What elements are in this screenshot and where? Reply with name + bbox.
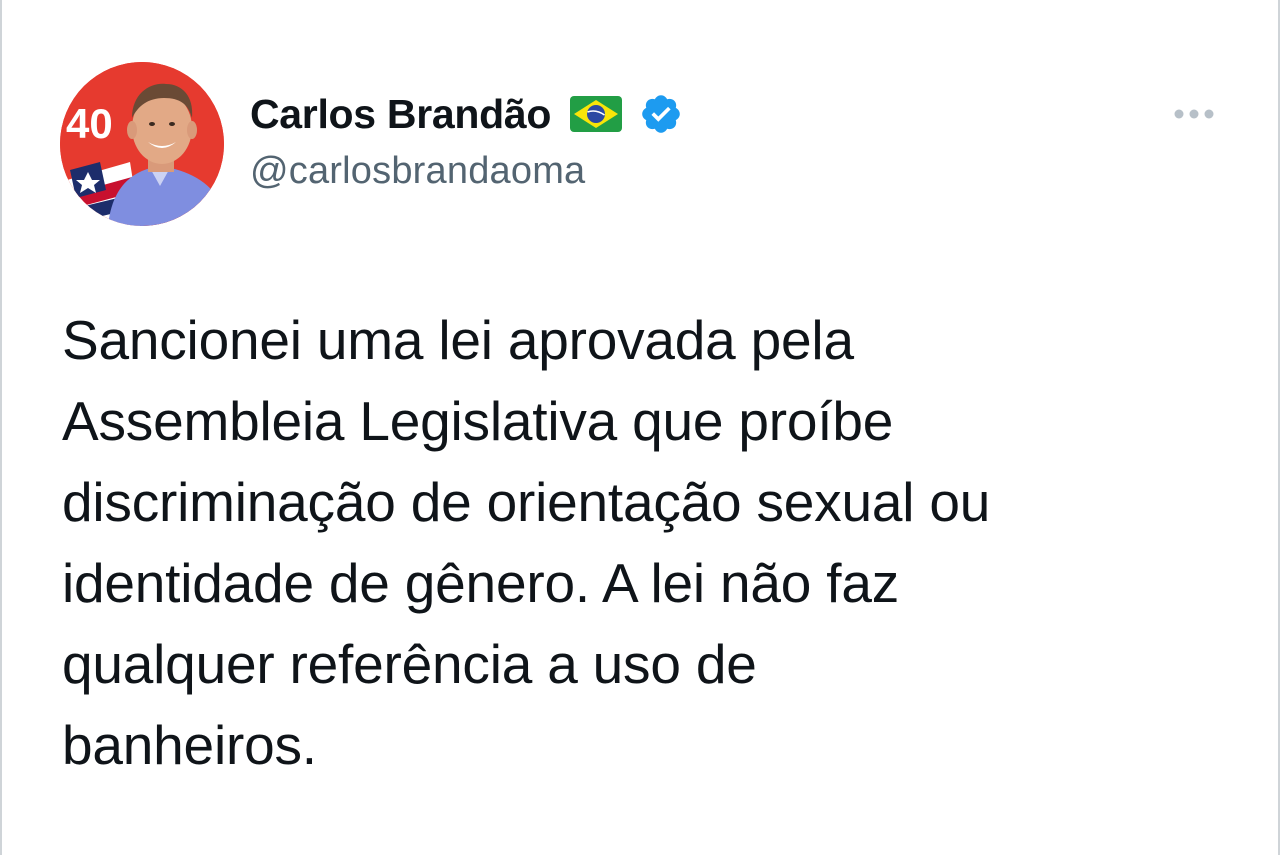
author-handle[interactable]: @carlosbrandaoma — [250, 150, 683, 193]
author-block: Carlos Brandão @carlosbrandaoma — [250, 88, 683, 193]
more-options-button[interactable] — [1168, 100, 1220, 128]
verified-badge-icon — [639, 92, 683, 136]
tweet-text: Sancionei uma lei aprovada pela Assemble… — [62, 309, 991, 776]
avatar-badge-text: 40 — [66, 100, 113, 147]
display-name[interactable]: Carlos Brandão — [250, 91, 551, 138]
brazil-flag-icon — [569, 95, 623, 133]
avatar-image: 40 — [60, 62, 224, 226]
avatar[interactable]: 40 — [60, 62, 224, 226]
more-options-icon — [1174, 109, 1214, 119]
author-name-row: Carlos Brandão — [250, 88, 683, 140]
tweet-card: 40 Carlos Brandão @carlosbrandaoma Sanci… — [0, 0, 1280, 855]
